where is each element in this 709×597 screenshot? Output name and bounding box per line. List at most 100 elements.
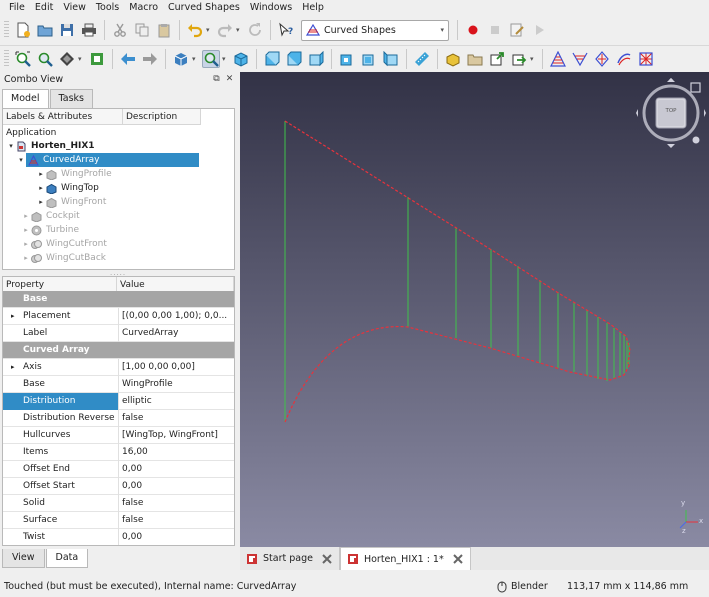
prop-row-solid[interactable]: Solid false	[3, 494, 234, 512]
menu-macro[interactable]: Macro	[124, 0, 163, 15]
menu-windows[interactable]: Windows	[245, 0, 297, 15]
prop-row-offset-end[interactable]: Offset End 0,00	[3, 460, 234, 478]
link-icon[interactable]	[488, 50, 506, 68]
redo-dropdown-icon[interactable]: ▾	[236, 26, 242, 34]
part-container-icon[interactable]	[444, 50, 462, 68]
prop-row-distribution[interactable]: Distribution elliptic	[3, 392, 234, 410]
3d-viewport[interactable]: y x z TOP	[240, 72, 709, 547]
prop-value[interactable]: false	[119, 515, 234, 525]
expand-arrow-icon[interactable]: ▸	[11, 359, 15, 376]
expand-arrow-icon[interactable]: ▸	[11, 308, 15, 325]
new-document-icon[interactable]	[14, 21, 32, 39]
paste-icon[interactable]	[155, 21, 173, 39]
view-left-icon[interactable]	[382, 50, 400, 68]
prop-value[interactable]: [(0,00 0,00 1,00); 0,0...	[119, 311, 234, 321]
prop-row-placement[interactable]: ▸ Placement [(0,00 0,00 1,00); 0,0...	[3, 307, 234, 325]
link-actions-dropdown-icon[interactable]: ▾	[530, 55, 536, 63]
back-arrow-icon[interactable]	[119, 50, 137, 68]
menu-curved-shapes[interactable]: Curved Shapes	[163, 0, 245, 15]
prop-value[interactable]: 0,00	[119, 481, 234, 491]
redo-icon[interactable]	[216, 21, 234, 39]
tree-item-wingcutback[interactable]: ▸ WingCutBack	[3, 251, 234, 265]
draw-style-dropdown-icon[interactable]: ▾	[78, 55, 84, 63]
surface-cut-icon[interactable]	[615, 50, 633, 68]
std-views-icon[interactable]	[172, 50, 190, 68]
view-front-icon[interactable]	[263, 50, 281, 68]
prop-value[interactable]: [WingTop, WingFront]	[119, 430, 234, 440]
tree-header-labels[interactable]: Labels & Attributes	[3, 109, 123, 125]
prop-value[interactable]: [1,00 0,00 0,00]	[119, 362, 234, 372]
prop-row-surface[interactable]: Surface false	[3, 511, 234, 529]
undo-icon[interactable]	[186, 21, 204, 39]
expand-arrow-icon[interactable]: ▸	[36, 170, 46, 178]
macro-record-icon[interactable]	[464, 21, 482, 39]
navigation-style-button[interactable]: Blender	[497, 576, 548, 597]
curved-segment-icon[interactable]	[593, 50, 611, 68]
tree-item-wingtop[interactable]: ▸ WingTop	[3, 181, 234, 195]
prop-row-offset-start[interactable]: Offset Start 0,00	[3, 477, 234, 495]
toolbar-grip[interactable]	[4, 49, 9, 68]
prop-value[interactable]: 16,00	[119, 447, 234, 457]
tree-item-wingfront[interactable]: ▸ WingFront	[3, 195, 234, 209]
prop-row-distribution-reverse[interactable]: Distribution Reverse false	[3, 409, 234, 427]
zoom-dropdown-icon[interactable]: ▾	[222, 55, 228, 63]
tab-view[interactable]: View	[2, 549, 45, 568]
toolbar-grip[interactable]	[4, 21, 9, 39]
tab-model[interactable]: Model	[2, 89, 49, 108]
expand-arrow-icon[interactable]: ▸	[36, 184, 46, 192]
tree-item-horten[interactable]: ▾ Horten_HIX1	[3, 139, 234, 153]
expand-arrow-icon[interactable]: ▸	[21, 226, 31, 234]
tree-item-turbine[interactable]: ▸ Turbine	[3, 223, 234, 237]
measure-icon[interactable]	[413, 50, 431, 68]
prop-value[interactable]: CurvedArray	[119, 328, 234, 338]
tab-tasks[interactable]: Tasks	[49, 89, 93, 108]
prop-row-axis[interactable]: ▸ Axis [1,00 0,00 0,00]	[3, 358, 234, 376]
view-right-icon[interactable]	[307, 50, 325, 68]
fit-selection-icon[interactable]	[36, 50, 54, 68]
save-icon[interactable]	[58, 21, 76, 39]
navigation-cube[interactable]: TOP	[636, 78, 706, 148]
link-actions-icon[interactable]	[510, 50, 528, 68]
prop-value[interactable]: 0,00	[119, 532, 234, 542]
view-isometric-icon[interactable]	[232, 50, 250, 68]
prop-row-items[interactable]: Items 16,00	[3, 443, 234, 461]
expand-arrow-icon[interactable]: ▸	[36, 198, 46, 206]
cut-icon[interactable]	[111, 21, 129, 39]
prop-value[interactable]: WingProfile	[119, 379, 234, 389]
tree-item-curvedarray[interactable]: ▾ CurvedArray	[3, 153, 234, 167]
tree-item-cockpit[interactable]: ▸ Cockpit	[3, 209, 234, 223]
tree-item-wingcutfront[interactable]: ▸ WingCutFront	[3, 237, 234, 251]
forward-arrow-icon[interactable]	[141, 50, 159, 68]
prop-value[interactable]: false	[119, 413, 234, 423]
close-tab-icon[interactable]	[452, 553, 464, 565]
tree-header-description[interactable]: Description	[123, 109, 201, 125]
print-icon[interactable]	[80, 21, 98, 39]
nurbs-surface-icon[interactable]	[637, 50, 655, 68]
group-icon[interactable]	[466, 50, 484, 68]
copy-icon[interactable]	[133, 21, 151, 39]
curved-array-tool-icon[interactable]	[549, 50, 567, 68]
macro-stop-icon[interactable]	[486, 21, 504, 39]
bounding-box-icon[interactable]	[88, 50, 106, 68]
zoom-icon[interactable]	[202, 49, 220, 68]
prop-value[interactable]: false	[119, 498, 234, 508]
menu-tools[interactable]: Tools	[91, 0, 124, 15]
prop-value[interactable]: 0,00	[119, 464, 234, 474]
menu-edit[interactable]: Edit	[30, 0, 58, 15]
expand-arrow-icon[interactable]: ▸	[21, 212, 31, 220]
tab-start-page[interactable]: Start page	[240, 547, 340, 570]
std-views-dropdown-icon[interactable]: ▾	[192, 55, 198, 63]
float-panel-icon[interactable]: ⧉	[211, 74, 222, 85]
undo-dropdown-icon[interactable]: ▾	[206, 26, 212, 34]
view-rear-icon[interactable]	[338, 50, 356, 68]
view-top-icon[interactable]	[285, 50, 303, 68]
prop-row-twist[interactable]: Twist 0,00	[3, 528, 234, 545]
refresh-icon[interactable]	[246, 21, 264, 39]
fit-all-icon[interactable]	[14, 50, 32, 68]
collapse-arrow-icon[interactable]: ▾	[16, 156, 26, 164]
menu-view[interactable]: View	[58, 0, 91, 15]
prop-row-hullcurves[interactable]: Hullcurves [WingTop, WingFront]	[3, 426, 234, 444]
whats-this-icon[interactable]: ?	[277, 21, 295, 39]
expand-arrow-icon[interactable]: ▸	[21, 254, 31, 262]
view-bottom-icon[interactable]	[360, 50, 378, 68]
